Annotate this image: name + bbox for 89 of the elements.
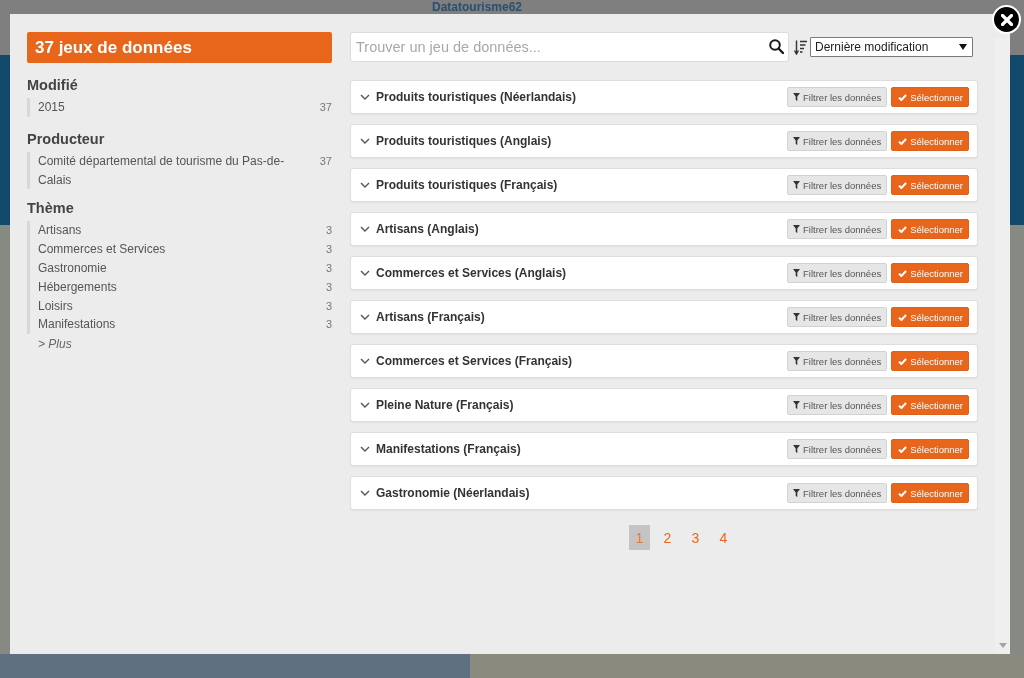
chevron-down-icon[interactable] bbox=[360, 138, 370, 144]
facet-link[interactable]: Hébergements bbox=[38, 277, 117, 297]
checkmark-icon bbox=[898, 269, 908, 277]
select-button[interactable]: Sélectionner bbox=[891, 395, 969, 415]
filter-data-button[interactable]: Filtrer les données bbox=[787, 351, 888, 371]
funnel-icon bbox=[793, 181, 801, 189]
facet-link[interactable]: Comité départemental de tourisme du Pas-de-Calais bbox=[38, 151, 304, 190]
checkmark-icon bbox=[898, 137, 908, 145]
checkmark-icon bbox=[898, 401, 908, 409]
funnel-icon bbox=[793, 357, 801, 365]
chevron-down-icon[interactable] bbox=[360, 358, 370, 364]
funnel-icon bbox=[793, 313, 801, 321]
filter-data-button[interactable]: Filtrer les données bbox=[787, 483, 888, 503]
facet-count: 37 bbox=[319, 153, 332, 169]
select-button[interactable]: Sélectionner bbox=[891, 439, 969, 459]
select-button[interactable]: Sélectionner bbox=[891, 307, 969, 327]
facet-count: 3 bbox=[325, 261, 332, 276]
facet-count: 37 bbox=[319, 100, 332, 115]
dataset-title[interactable]: Artisans (Français) bbox=[376, 310, 788, 324]
facet-link[interactable]: Loisirs bbox=[38, 296, 73, 316]
facet-heading: Thème bbox=[27, 199, 75, 218]
facet-link[interactable]: Artisans bbox=[38, 221, 82, 241]
select-button[interactable]: Sélectionner bbox=[891, 483, 969, 503]
dataset-title[interactable]: Commerces et Services (Français) bbox=[376, 354, 788, 368]
filter-data-button[interactable]: Filtrer les données bbox=[787, 307, 888, 327]
facet-count: 3 bbox=[325, 279, 332, 295]
dataset-title[interactable]: Produits touristiques (Français) bbox=[376, 178, 788, 192]
chevron-down-icon[interactable] bbox=[360, 182, 370, 188]
dataset-title[interactable]: Manifestations (Français) bbox=[376, 442, 788, 456]
dataset-title[interactable]: Produits touristiques (Anglais) bbox=[376, 134, 788, 148]
chevron-down-icon[interactable] bbox=[360, 490, 370, 496]
facet-link[interactable]: Gastronomie bbox=[38, 259, 107, 278]
funnel-icon bbox=[793, 137, 801, 145]
funnel-icon bbox=[793, 269, 801, 277]
filter-data-button[interactable]: Filtrer les données bbox=[787, 439, 888, 459]
dataset-title[interactable]: Artisans (Anglais) bbox=[376, 222, 788, 236]
checkmark-icon bbox=[898, 225, 908, 233]
filter-data-button[interactable]: Filtrer les données bbox=[787, 263, 888, 283]
dataset-title[interactable]: Commerces et Services (Anglais) bbox=[376, 266, 788, 280]
facet-link[interactable]: Manifestations bbox=[38, 315, 116, 335]
checkmark-icon bbox=[898, 181, 908, 189]
filter-data-button[interactable]: Filtrer les données bbox=[787, 395, 888, 415]
facet-count: 3 bbox=[325, 317, 332, 333]
select-button[interactable]: Sélectionner bbox=[891, 87, 969, 107]
dataset-title[interactable]: Produits touristiques (Néerlandais) bbox=[376, 90, 788, 104]
chevron-down-icon[interactable] bbox=[360, 94, 370, 100]
select-button[interactable]: Sélectionner bbox=[891, 219, 969, 239]
more-link[interactable]: > Plus bbox=[38, 337, 72, 352]
select-button[interactable]: Sélectionner bbox=[891, 131, 969, 151]
facet-heading: Producteur bbox=[27, 129, 106, 148]
sort-descending-icon[interactable] bbox=[794, 39, 807, 55]
site-logo: Datatourisme62 bbox=[432, 0, 523, 14]
checkmark-icon bbox=[898, 445, 908, 453]
checkmark-icon bbox=[898, 357, 908, 365]
checkmark-icon bbox=[898, 313, 908, 321]
caret-icon bbox=[959, 44, 967, 50]
facet-link[interactable]: Commerces et Services bbox=[38, 240, 166, 259]
chevron-down-icon[interactable] bbox=[360, 226, 370, 232]
facet-count: 3 bbox=[325, 298, 332, 314]
filter-data-button[interactable]: Filtrer les données bbox=[787, 87, 888, 107]
funnel-icon bbox=[793, 93, 801, 101]
search-icon[interactable] bbox=[769, 39, 784, 54]
filter-data-button[interactable]: Filtrer les données bbox=[787, 175, 888, 195]
chevron-down-icon[interactable] bbox=[360, 314, 370, 320]
filter-data-button[interactable]: Filtrer les données bbox=[787, 131, 888, 151]
facet-heading: Modifié bbox=[27, 76, 79, 94]
chevron-down-icon[interactable] bbox=[360, 446, 370, 452]
search-field[interactable]: Trouver un jeu de données... bbox=[350, 32, 789, 62]
checkmark-icon bbox=[898, 93, 908, 101]
close-icon bbox=[1000, 13, 1013, 26]
funnel-icon bbox=[793, 401, 801, 409]
facet-link[interactable]: 2015 bbox=[38, 98, 65, 117]
facet-count: 3 bbox=[325, 223, 332, 239]
dataset-title[interactable]: Gastronomie (Néerlandais) bbox=[376, 486, 788, 500]
chevron-down-icon[interactable] bbox=[360, 402, 370, 408]
filter-data-button[interactable]: Filtrer les données bbox=[787, 219, 888, 239]
checkmark-icon bbox=[898, 489, 908, 497]
funnel-icon bbox=[793, 489, 801, 497]
close-button[interactable] bbox=[992, 5, 1021, 34]
select-button[interactable]: Sélectionner bbox=[891, 351, 969, 371]
select-button[interactable]: Sélectionner bbox=[891, 263, 969, 283]
select-button[interactable]: Sélectionner bbox=[891, 175, 969, 195]
funnel-icon bbox=[793, 225, 801, 233]
chevron-down-icon[interactable] bbox=[360, 270, 370, 276]
facet-count: 3 bbox=[325, 242, 332, 258]
sort-select[interactable]: Dernière modification bbox=[810, 37, 973, 57]
results-count-heading: 37 jeux de données bbox=[27, 32, 332, 63]
dataset-title[interactable]: Pleine Nature (Français) bbox=[376, 398, 788, 412]
funnel-icon bbox=[793, 445, 801, 453]
